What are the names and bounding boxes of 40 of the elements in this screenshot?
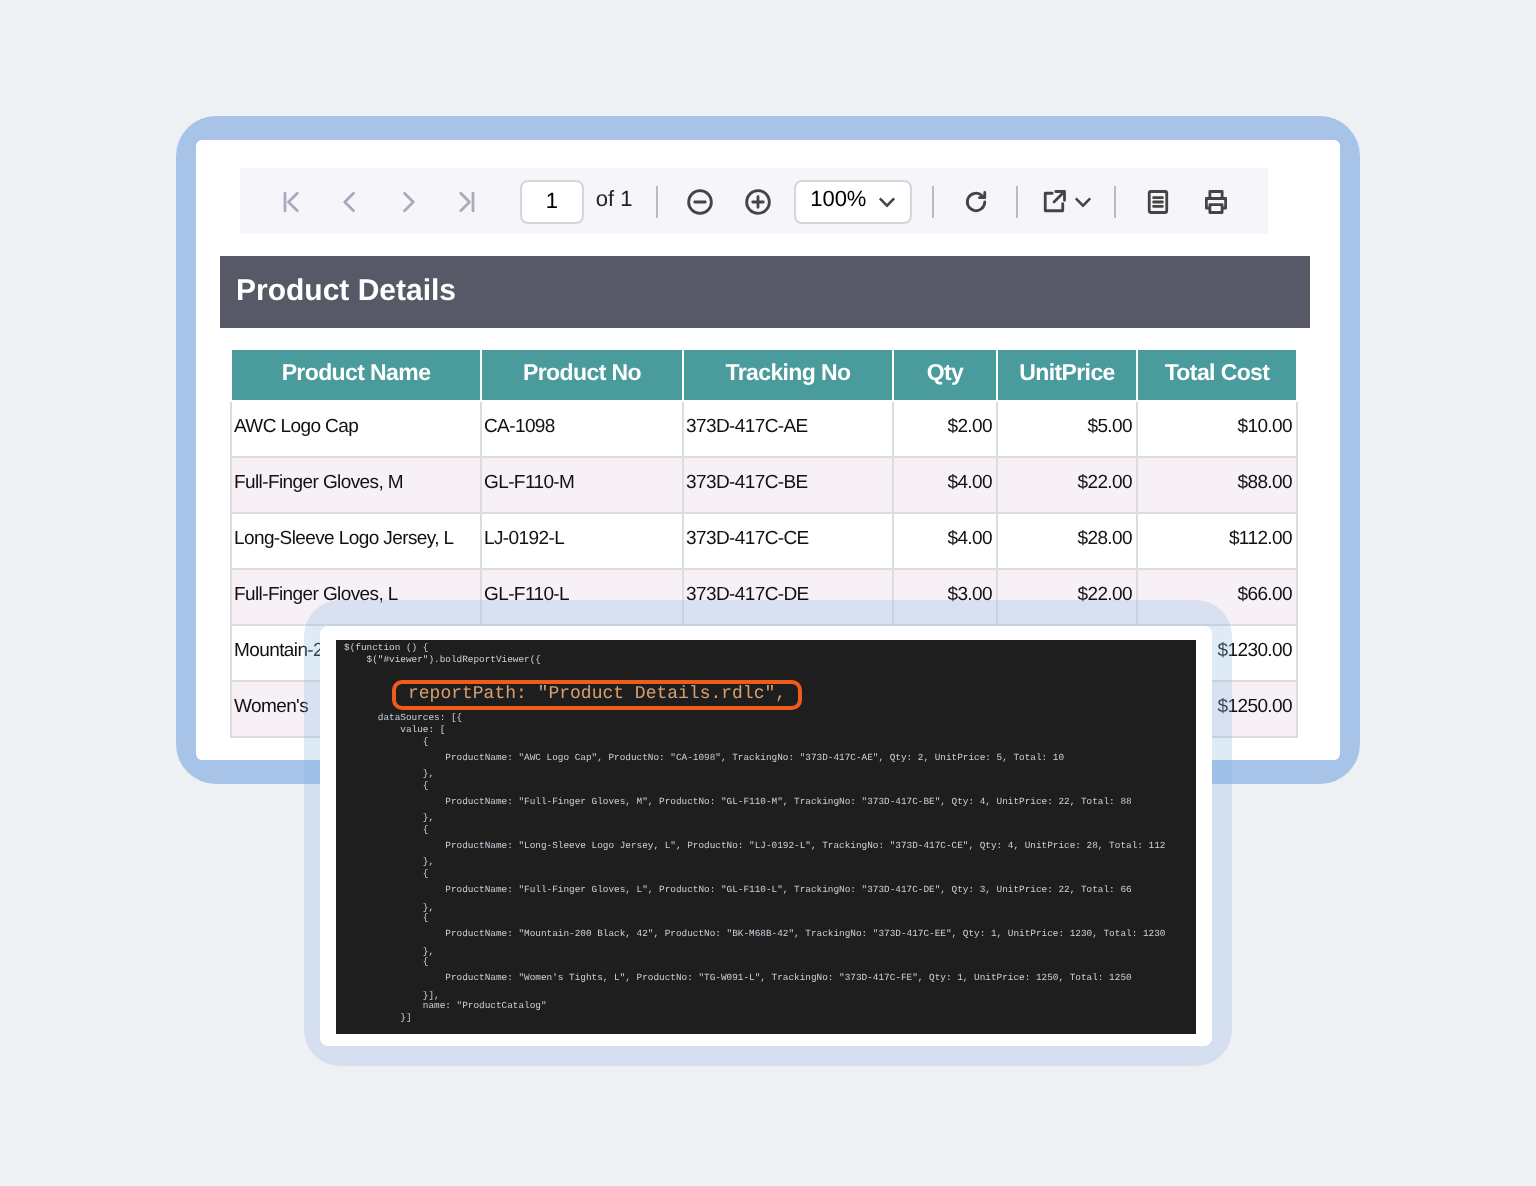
table-cell: 373D-417C-BE — [686, 472, 808, 495]
table-cell: 373D-417C-DE — [686, 584, 809, 607]
page-count: of 1 — [595, 186, 633, 217]
column-header: Product Name — [231, 349, 481, 401]
table-cell: $2.00 — [947, 416, 992, 439]
table-cell: $5.00 — [1087, 416, 1132, 439]
column-header: Qty — [893, 349, 997, 401]
table-cell: $22.00 — [1077, 472, 1132, 495]
table-cell: $22.00 — [1077, 584, 1132, 607]
table-cell: Long-Sleeve Logo Jersey, L — [234, 528, 454, 551]
table-cell: $1250.00 — [1217, 696, 1292, 719]
column-header: Total Cost — [1137, 349, 1297, 401]
table-cell: GL-F110-M — [484, 472, 575, 495]
table-cell: CA-1098 — [484, 416, 555, 439]
report-title: Product Details — [220, 256, 1310, 328]
table-cell: 373D-417C-AE — [686, 416, 808, 439]
table-cell: $66.00 — [1237, 584, 1292, 607]
table-cell: Women's — [234, 696, 309, 719]
table-cell: $3.00 — [947, 584, 992, 607]
table-cell: LJ-0192-L — [484, 528, 565, 551]
table-cell: 373D-417C-CE — [686, 528, 809, 551]
table-cell: $10.00 — [1237, 416, 1292, 439]
column-header: Product No — [481, 349, 683, 401]
column-header: UnitPrice — [997, 349, 1137, 401]
table-cell: GL-F110-L — [484, 584, 570, 607]
zoom-dropdown[interactable]: 100% — [794, 179, 913, 223]
table-cell: $1230.00 — [1217, 640, 1292, 663]
table-cell: $4.00 — [947, 528, 992, 551]
highlighted-code-line: reportPath: "Product Details.rdlc", — [392, 680, 803, 711]
column-header: Tracking No — [683, 349, 893, 401]
table-cell: $28.00 — [1077, 528, 1132, 551]
table-cell: $112.00 — [1228, 528, 1292, 551]
caret-icon — [878, 195, 897, 207]
table-cell: $88.00 — [1237, 472, 1292, 495]
table-cell: AWC Logo Cap — [234, 416, 359, 439]
table-cell: Mountain-2 — [234, 640, 324, 663]
page-number-field[interactable]: 1 — [519, 179, 584, 223]
table-cell: Full-Finger Gloves, L — [234, 584, 398, 607]
table-cell: Full-Finger Gloves, M — [234, 472, 403, 495]
table-cell: $4.00 — [947, 472, 992, 495]
